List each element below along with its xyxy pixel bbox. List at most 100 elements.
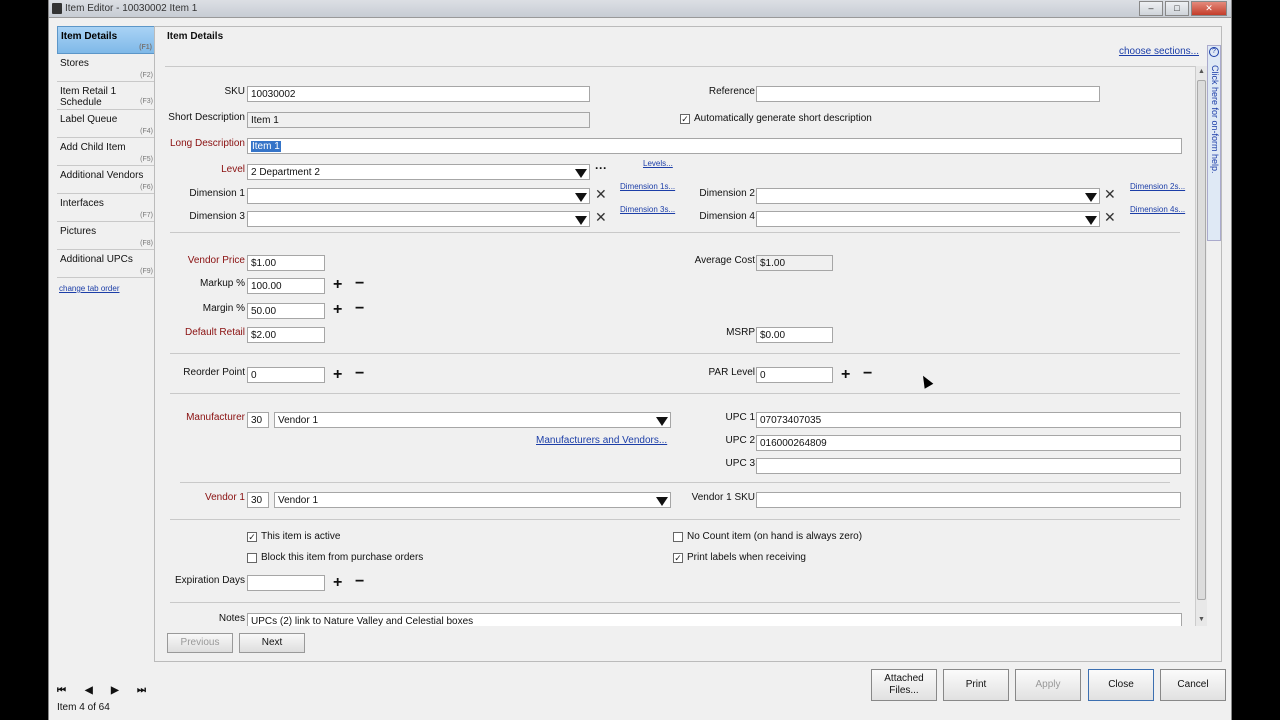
upc-1-field[interactable]: 07073407035 <box>756 412 1181 428</box>
block-po-checkbox[interactable] <box>247 553 257 563</box>
chevron-down-icon[interactable] <box>575 169 587 178</box>
clear-icon[interactable]: ✕ <box>1104 209 1116 226</box>
fkey-hint: (F3) <box>140 98 153 105</box>
close-button[interactable]: Close <box>1088 669 1154 701</box>
close-window-button[interactable]: ✕ <box>1191 1 1227 16</box>
dimension-4s-link[interactable]: Dimension 4s... <box>1130 205 1185 214</box>
par-level-field[interactable]: 0 <box>756 367 833 383</box>
long-desc-field[interactable]: Item 1 <box>247 138 1182 154</box>
dimension-4-dropdown[interactable] <box>756 211 1100 227</box>
plus-icon[interactable]: + <box>333 367 342 383</box>
sidebar-item-additional-upcs[interactable]: Additional UPCs (F9) <box>57 250 155 278</box>
reference-field[interactable] <box>756 86 1100 102</box>
chevron-down-icon[interactable] <box>1085 216 1097 225</box>
minus-icon[interactable]: − <box>355 366 364 382</box>
dimension-3s-link[interactable]: Dimension 3s... <box>620 205 675 214</box>
manufacturer-code-field[interactable]: 30 <box>247 412 269 428</box>
chevron-down-icon[interactable] <box>656 497 668 506</box>
sidebar-item-retail-schedule[interactable]: Item Retail 1 Schedule (F3) <box>57 82 155 110</box>
levels-link[interactable]: Levels... <box>643 159 673 168</box>
record-count: Item 4 of 64 <box>57 702 110 713</box>
sidebar-item-add-child[interactable]: Add Child Item (F5) <box>57 138 155 166</box>
more-icon[interactable]: ··· <box>595 161 607 175</box>
choose-sections-link[interactable]: choose sections... <box>1119 46 1199 57</box>
previous-record-icon[interactable]: ◀ <box>85 685 93 696</box>
next-button[interactable]: Next <box>239 633 305 653</box>
clear-icon[interactable]: ✕ <box>595 209 607 226</box>
short-desc-field[interactable]: Item 1 <box>247 112 590 128</box>
dimension-3-dropdown[interactable] <box>247 211 590 227</box>
vendor-1-label: Vendor 1 <box>204 492 245 503</box>
minus-icon[interactable]: − <box>355 574 364 590</box>
attached-files-button[interactable]: Attached Files... <box>871 669 937 701</box>
plus-icon[interactable]: + <box>841 367 850 383</box>
chevron-down-icon[interactable] <box>1085 193 1097 202</box>
sidebar-item-stores[interactable]: Stores (F2) <box>57 54 155 82</box>
sidebar-item-label: Additional UPCs <box>60 254 133 265</box>
manufacturers-vendors-link[interactable]: Manufacturers and Vendors... <box>536 435 667 446</box>
apply-button[interactable]: Apply <box>1015 669 1081 701</box>
upc-2-field[interactable]: 016000264809 <box>756 435 1181 451</box>
level-dropdown[interactable]: 2 Department 2 <box>247 164 590 180</box>
chevron-down-icon[interactable] <box>575 216 587 225</box>
panel-title: Item Details <box>167 31 224 42</box>
minus-icon[interactable]: − <box>863 366 872 382</box>
sidebar-item-interfaces[interactable]: Interfaces (F7) <box>57 194 155 222</box>
scroll-up-icon[interactable]: ▲ <box>1198 68 1205 75</box>
notes-field[interactable]: UPCs (2) link to Nature Valley and Celes… <box>247 613 1182 626</box>
vendor-1-sku-label: Vendor 1 SKU <box>691 492 755 503</box>
print-labels-checkbox[interactable]: ✓ <box>673 553 683 563</box>
dimension-2-dropdown[interactable] <box>756 188 1100 204</box>
dimension-1s-link[interactable]: Dimension 1s... <box>620 182 675 191</box>
minus-icon[interactable]: − <box>355 276 364 292</box>
sidebar-item-item-details[interactable]: Item Details (F1) <box>57 26 155 54</box>
default-retail-field[interactable]: $2.00 <box>247 327 325 343</box>
form-scrollbar[interactable]: ▲ ▼ <box>1195 66 1207 626</box>
clear-icon[interactable]: ✕ <box>1104 186 1116 203</box>
sidebar-item-pictures[interactable]: Pictures (F8) <box>57 222 155 250</box>
maximize-button[interactable]: □ <box>1165 1 1189 16</box>
active-checkbox[interactable]: ✓ <box>247 532 257 542</box>
vendor-1-sku-field[interactable] <box>756 492 1181 508</box>
plus-icon[interactable]: + <box>333 277 342 293</box>
auto-short-desc-checkbox[interactable]: ✓ <box>680 114 690 124</box>
help-icon[interactable]: ? <box>1209 47 1219 57</box>
clear-icon[interactable]: ✕ <box>595 186 607 203</box>
reference-label: Reference <box>708 86 755 97</box>
auto-short-desc-label: Automatically generate short description <box>694 113 872 124</box>
plus-icon[interactable]: + <box>333 302 342 318</box>
margin-field[interactable]: 50.00 <box>247 303 325 319</box>
sidebar-item-label-queue[interactable]: Label Queue (F4) <box>57 110 155 138</box>
first-record-icon[interactable]: ⏮ <box>57 685 66 696</box>
upc-3-field[interactable] <box>756 458 1181 474</box>
reorder-point-field[interactable]: 0 <box>247 367 325 383</box>
minus-icon[interactable]: − <box>355 301 364 317</box>
markup-field[interactable]: 100.00 <box>247 278 325 294</box>
chevron-down-icon[interactable] <box>656 417 668 426</box>
plus-icon[interactable]: + <box>333 575 342 591</box>
previous-button[interactable]: Previous <box>167 633 233 653</box>
on-form-help-link[interactable]: Click here for on-form help. <box>1210 65 1220 174</box>
vendor-1-code-field[interactable]: 30 <box>247 492 269 508</box>
scroll-down-icon[interactable]: ▼ <box>1198 616 1205 623</box>
minimize-button[interactable]: – <box>1139 1 1163 16</box>
vendor-1-dropdown[interactable]: Vendor 1 <box>274 492 671 508</box>
last-record-icon[interactable]: ⏭ <box>137 685 146 696</box>
sidebar-item-label: Stores <box>60 58 89 69</box>
scrollbar-thumb[interactable] <box>1197 80 1206 600</box>
vendor-price-field[interactable]: $1.00 <box>247 255 325 271</box>
chevron-down-icon[interactable] <box>575 193 587 202</box>
print-button[interactable]: Print <box>943 669 1009 701</box>
next-record-icon[interactable]: ▶ <box>111 685 119 696</box>
expiration-days-field[interactable] <box>247 575 325 591</box>
cancel-button[interactable]: Cancel <box>1160 669 1226 701</box>
no-count-checkbox[interactable] <box>673 532 683 542</box>
dimension-2s-link[interactable]: Dimension 2s... <box>1130 182 1185 191</box>
manufacturer-dropdown[interactable]: Vendor 1 <box>274 412 671 428</box>
sku-field[interactable]: 10030002 <box>247 86 590 102</box>
sidebar-item-additional-vendors[interactable]: Additional Vendors (F6) <box>57 166 155 194</box>
dimension-1-dropdown[interactable] <box>247 188 590 204</box>
msrp-field[interactable]: $0.00 <box>756 327 833 343</box>
change-tab-order-link[interactable]: change tab order <box>57 284 155 293</box>
fkey-hint: (F6) <box>140 184 153 191</box>
